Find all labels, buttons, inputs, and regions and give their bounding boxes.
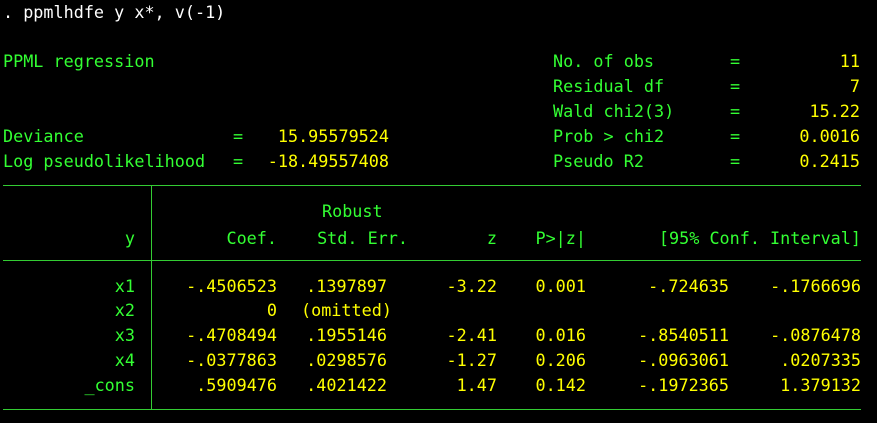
row-x1-var: x1 — [114, 276, 135, 296]
row-x2-var: x2 — [114, 300, 135, 320]
row-x2-coef: 0 — [266, 300, 277, 320]
pseudo-r2-eq: = — [730, 151, 741, 171]
row-x1-coef: -.4506523 — [186, 276, 277, 296]
col-header-p: P>|z| — [535, 228, 586, 248]
row-x2-omitted: (omitted) — [301, 300, 392, 320]
row-x4-coef: -.0377863 — [186, 350, 277, 370]
command-line: . ppmlhdfe y x*, v(-1) — [3, 2, 226, 22]
table-header-rule — [3, 260, 861, 261]
nobs-value: 11 — [839, 51, 860, 71]
row-cons-ci-high: 1.379132 — [780, 375, 861, 395]
row-cons-p: 0.142 — [535, 375, 586, 395]
model-title: PPML regression — [3, 51, 155, 71]
wald-eq: = — [730, 101, 741, 121]
row-x1-ci-high: -.1766696 — [770, 276, 861, 296]
deviance-eq: = — [233, 126, 244, 146]
col-header-std-err: Std. Err. — [317, 228, 408, 248]
row-cons-se: .4021422 — [306, 375, 387, 395]
table-vertical-rule — [151, 185, 152, 410]
col-header-coef: Coef. — [226, 228, 277, 248]
resid-df-value: 7 — [849, 76, 860, 96]
row-x1-p: 0.001 — [535, 276, 586, 296]
wald-value: 15.22 — [809, 101, 860, 121]
prob-chi2-value: 0.0016 — [799, 126, 860, 146]
row-x3-coef: -.4708494 — [186, 325, 277, 345]
col-header-z: z — [486, 228, 497, 248]
row-x3-p: 0.016 — [535, 325, 586, 345]
col-header-conf-interval: [95% Conf. Interval] — [658, 228, 861, 248]
row-x4-var: x4 — [114, 350, 135, 370]
prob-chi2-eq: = — [730, 126, 741, 146]
row-x4-ci-high: .0207335 — [780, 350, 861, 370]
loglik-value: -18.49557408 — [267, 151, 389, 171]
col-header-dependent: y — [124, 228, 135, 248]
row-x3-z: -2.41 — [446, 325, 497, 345]
nobs-label: No. of obs — [553, 51, 655, 71]
row-x4-p: 0.206 — [535, 350, 586, 370]
row-x1-ci-low: -.724635 — [648, 276, 729, 296]
deviance-label: Deviance — [3, 126, 84, 146]
row-cons-ci-low: -.1972365 — [638, 375, 729, 395]
row-x4-se: .0298576 — [306, 350, 387, 370]
loglik-eq: = — [233, 151, 244, 171]
row-x4-z: -1.27 — [446, 350, 497, 370]
row-x4-ci-low: -.0963061 — [638, 350, 729, 370]
loglik-label: Log pseudolikelihood — [3, 151, 206, 171]
pseudo-r2-label: Pseudo R2 — [553, 151, 644, 171]
row-x3-var: x3 — [114, 325, 135, 345]
row-x3-se: .1955146 — [306, 325, 387, 345]
deviance-value: 15.95579524 — [277, 126, 389, 146]
nobs-eq: = — [730, 51, 741, 71]
resid-df-label: Residual df — [553, 76, 665, 96]
table-top-rule — [3, 185, 861, 186]
row-x1-se: .1397897 — [306, 276, 387, 296]
resid-df-eq: = — [730, 76, 741, 96]
pseudo-r2-value: 0.2415 — [799, 151, 860, 171]
prob-chi2-label: Prob > chi2 — [553, 126, 665, 146]
row-x1-z: -3.22 — [446, 276, 497, 296]
robust-header: Robust — [322, 201, 383, 221]
wald-label: Wald chi2(3) — [553, 101, 675, 121]
row-cons-coef: .5909476 — [196, 375, 277, 395]
row-cons-var: _cons — [84, 375, 135, 395]
row-x3-ci-low: -.8540511 — [638, 325, 729, 345]
row-cons-z: 1.47 — [456, 375, 497, 395]
table-bottom-rule — [3, 409, 861, 410]
row-x3-ci-high: -.0876478 — [770, 325, 861, 345]
